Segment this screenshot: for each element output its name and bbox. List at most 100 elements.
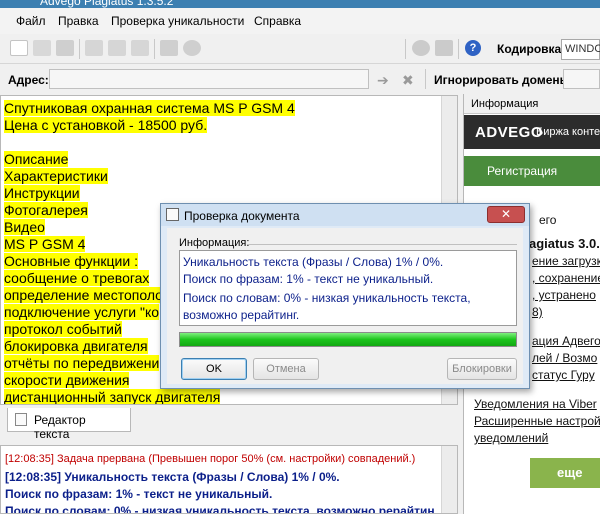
news-link[interactable]: статус Гуру <box>532 368 595 382</box>
menu-help[interactable]: Справка <box>254 14 301 28</box>
window-titlebar: Advego Plagiatus 1.3.5.2 <box>0 0 600 8</box>
editor-line: определение местополо <box>4 287 163 304</box>
editor-line-text: блокировка двигателя <box>4 338 148 354</box>
dialog-result-line: Поиск по словам: 0% - низкая уникальност… <box>183 291 471 305</box>
progress-bar <box>179 332 517 347</box>
editor-line-text: Видео <box>4 219 45 235</box>
log-panel: [12:08:35] Задача прервана (Превышен пор… <box>0 445 458 514</box>
tab-text-editor-label: Редактор текста <box>34 413 86 441</box>
editor-line-text: Инструкции <box>4 185 80 201</box>
document-icon <box>15 413 27 426</box>
editor-line-text: протокол событий <box>4 321 122 337</box>
clear-address-icon[interactable]: ✖ <box>402 72 414 89</box>
log-line-aborted: [12:08:35] Задача прервана (Превышен пор… <box>5 453 416 465</box>
encoding-select[interactable]: WINDO <box>561 39 600 60</box>
ignore-domains-input[interactable] <box>563 69 600 89</box>
address-bar: Адрес: ➔ ✖ Игнорировать домены: <box>0 65 600 93</box>
editor-line-text: Характеристики <box>4 168 108 184</box>
dialog-title: Проверка документа <box>184 209 300 223</box>
editor-line-text: MS P GSM 4 <box>4 236 86 252</box>
menu-bar: Файл Правка Проверка уникальности Справк… <box>0 8 600 34</box>
news-link[interactable]: ение загрузк <box>532 254 600 268</box>
dialog-body: Информация: Уникальность текста (Фразы /… <box>167 228 523 384</box>
menu-edit[interactable]: Правка <box>58 14 99 28</box>
advego-logo: ADVEGO <box>475 124 544 141</box>
cancel-button[interactable]: Отмена <box>253 358 319 380</box>
dialog-result-box: Уникальность текста (Фразы / Слова) 1% /… <box>179 250 517 326</box>
ok-button[interactable]: OK <box>181 358 247 380</box>
check-uniqueness-icon[interactable] <box>160 40 178 56</box>
log-line-words: Поиск по словам: 0% - низкая уникальност… <box>5 504 435 514</box>
window-title: Advego Plagiatus 1.3.5.2 <box>40 0 174 8</box>
more-news-button[interactable]: еще <box>530 458 600 488</box>
editor-line-text: подключение услуги "ко <box>4 304 160 320</box>
new-document-icon[interactable] <box>10 40 28 56</box>
advego-banner[interactable]: ADVEGO Биржа контент <box>464 115 600 149</box>
encoding-label: Кодировка: <box>497 42 566 56</box>
dialog-result-line: Поиск по фразам: 1% - текст не уникальны… <box>183 272 434 286</box>
editor-line: подключение услуги "ко <box>4 304 160 321</box>
toolbar-separator <box>405 39 406 59</box>
open-file-icon[interactable] <box>56 40 74 56</box>
editor-line-text: отчёты по передвижени <box>4 355 160 371</box>
editor-line: Видео <box>4 219 45 236</box>
news-link[interactable]: уведомлений <box>474 431 548 445</box>
editor-line: протокол событий <box>4 321 122 338</box>
settings-gear-icon[interactable] <box>412 40 430 56</box>
paste-icon[interactable] <box>108 40 126 56</box>
news-heading: его <box>539 213 557 227</box>
news-link[interactable]: Уведомления на Viber <box>474 397 597 411</box>
help-icon[interactable]: ? <box>465 40 481 56</box>
editor-line-text: сообщение о тревогах <box>4 270 150 286</box>
editor-line: сообщение о тревогах <box>4 270 150 287</box>
lock-icon[interactable] <box>435 40 453 56</box>
log-line-result: [12:08:35] Уникальность текста (Фразы / … <box>5 470 340 484</box>
clear-icon[interactable] <box>131 40 149 56</box>
address-input[interactable] <box>49 69 369 89</box>
dialog-info-label: Информация: <box>179 237 250 249</box>
editor-line-text: определение местополо <box>4 287 163 303</box>
news-link[interactable]: Расширенные настрой <box>474 414 600 428</box>
news-link[interactable]: , сохранение <box>532 271 600 285</box>
news-link[interactable]: , устранено <box>532 288 596 302</box>
news-link[interactable]: лей / Возмо <box>532 351 597 365</box>
check-document-dialog: Проверка документа ✕ Информация: Уникаль… <box>160 203 530 389</box>
editor-line-text: Основные функции : <box>4 253 138 269</box>
log-scrollbar[interactable] <box>441 446 457 513</box>
editor-line: Инструкции <box>4 185 80 202</box>
register-link[interactable]: Регистрация <box>464 156 600 186</box>
news-link[interactable]: 8) <box>532 305 543 319</box>
news-version: agiatus 3.0.9 <box>529 236 600 251</box>
dialog-result-line: возможно рерайтинг. <box>183 308 300 322</box>
info-panel-header: Информация <box>464 94 600 114</box>
log-line-phrases: Поиск по фразам: 1% - текст не уникальны… <box>5 487 273 501</box>
open-web-icon[interactable] <box>33 40 51 56</box>
address-label: Адрес: <box>8 73 49 87</box>
progress-bar-fill <box>180 333 516 346</box>
editor-line: Описание <box>4 151 69 168</box>
editor-line: скорости движения <box>4 372 130 389</box>
editor-line-text: Фотогалерея <box>4 202 88 218</box>
editor-line: отчёты по передвижени <box>4 355 160 372</box>
menu-file[interactable]: Файл <box>16 14 46 28</box>
window-icon <box>166 208 179 221</box>
check-web-icon[interactable] <box>183 40 201 56</box>
toolbar: ? Кодировка: WINDO <box>0 34 600 64</box>
editor-line: блокировка двигателя <box>4 338 148 355</box>
menu-uniqueness-check[interactable]: Проверка уникальности <box>111 14 244 28</box>
editor-line: Спутниковая охранная система MS P GSM 4 <box>4 100 295 117</box>
news-link[interactable]: ация Адвего <box>532 334 600 348</box>
blocks-button[interactable]: Блокировки <box>447 358 517 380</box>
editor-line: MS P GSM 4 <box>4 236 86 253</box>
ignore-domains-label: Игнорировать домены: <box>434 73 574 87</box>
close-icon[interactable]: ✕ <box>487 206 525 223</box>
dialog-titlebar[interactable]: Проверка документа ✕ <box>161 204 529 226</box>
editor-line-text: Спутниковая охранная система MS P GSM 4 <box>4 100 295 116</box>
editor-line: Цена с установкой - 18500 руб. <box>4 117 208 134</box>
tab-text-editor[interactable]: Редактор текста <box>7 408 131 441</box>
copy-icon[interactable] <box>85 40 103 56</box>
go-arrow-icon[interactable]: ➔ <box>377 72 389 89</box>
toolbar-separator <box>79 39 80 59</box>
editor-line-text: Цена с установкой - 18500 руб. <box>4 117 208 133</box>
editor-line: Характеристики <box>4 168 108 185</box>
